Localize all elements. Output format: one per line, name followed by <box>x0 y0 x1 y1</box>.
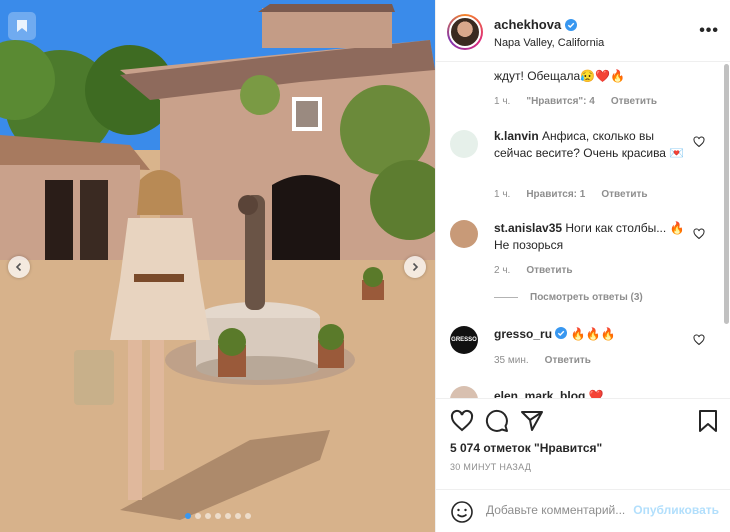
comment-reply-button[interactable]: Ответить <box>601 189 647 200</box>
comment-username[interactable]: gresso_ru <box>494 327 552 341</box>
photo-scene <box>0 0 435 532</box>
comment-body: k.lanvin Анфиса, сколько вы сейчас весит… <box>494 128 689 162</box>
comment-icon[interactable] <box>485 409 509 433</box>
post-author-name[interactable]: achekhova <box>494 17 561 32</box>
carousel-prev-button[interactable] <box>8 256 30 278</box>
scrollbar[interactable] <box>724 64 729 324</box>
more-options-icon[interactable]: ••• <box>699 22 719 40</box>
post-photo[interactable] <box>0 0 435 532</box>
heart-icon[interactable] <box>693 334 705 346</box>
comment-likes[interactable]: Нравится: 1 <box>526 189 585 200</box>
comment-reply-button[interactable]: Ответить <box>526 265 572 276</box>
comment-body: st.anislav35 Ноги как столбы... 🔥 Не поз… <box>494 220 689 254</box>
post-panel: achekhova Napa Valley, California ••• жд… <box>435 0 730 532</box>
comment-username[interactable]: st.anislav35 <box>494 221 562 235</box>
comment-username[interactable]: k.lanvin <box>494 129 539 143</box>
comment-meta: 1 ч. Нравится: 1 Ответить <box>494 189 648 200</box>
divider <box>494 297 518 298</box>
post-location[interactable]: Napa Valley, California <box>494 37 604 49</box>
commenter-avatar[interactable] <box>450 386 478 398</box>
post-time[interactable]: 30 МИНУТ НАЗАД <box>450 462 531 472</box>
post-author[interactable]: achekhova <box>494 17 578 32</box>
comment-time: 2 ч. <box>494 265 511 276</box>
carousel-next-button[interactable] <box>404 256 426 278</box>
comment-time: 1 ч. <box>494 96 511 107</box>
likes-count[interactable]: 5 074 отметок "Нравится" <box>450 441 602 455</box>
comment-username[interactable]: elen_mark_blog <box>494 389 585 398</box>
avatar[interactable] <box>447 14 483 50</box>
comment-time: 35 мин. <box>494 355 529 366</box>
comment-text: 🔥🔥🔥 <box>570 327 616 341</box>
comment-text: ❤️ <box>588 389 604 398</box>
verified-icon <box>565 18 578 31</box>
comment-text: ждут! Обещала😥❤️🔥 <box>494 69 625 83</box>
commenter-avatar[interactable] <box>450 220 478 248</box>
chevron-left-icon <box>15 262 22 272</box>
heart-icon[interactable] <box>693 228 705 240</box>
bookmark-icon[interactable] <box>696 409 720 433</box>
comment-reply-button[interactable]: Ответить <box>545 355 591 366</box>
view-replies-label: Посмотреть ответы (3) <box>530 292 643 303</box>
carousel-dot <box>245 513 251 519</box>
post-actions: 5 074 отметок "Нравится" 30 МИНУТ НАЗАД … <box>436 398 730 532</box>
share-icon[interactable] <box>520 409 544 433</box>
comment-meta: 35 мин. Ответить <box>494 355 591 366</box>
heart-icon[interactable] <box>450 409 474 433</box>
comment-reply-button[interactable]: Ответить <box>611 96 657 107</box>
heart-icon[interactable] <box>693 136 705 148</box>
carousel-dot <box>225 513 231 519</box>
verified-icon <box>555 327 568 339</box>
save-photo-icon[interactable] <box>8 12 36 40</box>
carousel-dot <box>195 513 201 519</box>
publish-button[interactable]: Опубликовать <box>633 503 719 517</box>
comment-time: 1 ч. <box>494 189 511 200</box>
comment-meta: 2 ч. Ответить <box>494 265 573 276</box>
comment-meta: 1 ч. "Нравится": 4 Ответить <box>494 96 657 107</box>
commenter-avatar[interactable] <box>450 130 478 158</box>
post-header: achekhova Napa Valley, California ••• <box>436 0 730 62</box>
emoji-icon[interactable] <box>450 500 474 524</box>
carousel-dot <box>215 513 221 519</box>
comment-likes[interactable]: "Нравится": 4 <box>526 96 595 107</box>
comments-list[interactable]: ждут! Обещала😥❤️🔥 1 ч. "Нравится": 4 Отв… <box>436 62 730 398</box>
carousel-dot <box>205 513 211 519</box>
carousel-indicator <box>185 513 251 519</box>
carousel-dot <box>185 513 191 519</box>
commenter-avatar[interactable]: GRESSO <box>450 326 478 354</box>
comment-body: gresso_ru 🔥🔥🔥 <box>494 326 689 343</box>
comment-input[interactable] <box>486 503 636 517</box>
add-comment-bar: Опубликовать <box>436 489 730 532</box>
comment-body: elen_mark_blog ❤️ <box>494 388 689 398</box>
view-replies-button[interactable]: Посмотреть ответы (3) <box>494 292 643 303</box>
carousel-dot <box>235 513 241 519</box>
chevron-right-icon <box>412 262 419 272</box>
